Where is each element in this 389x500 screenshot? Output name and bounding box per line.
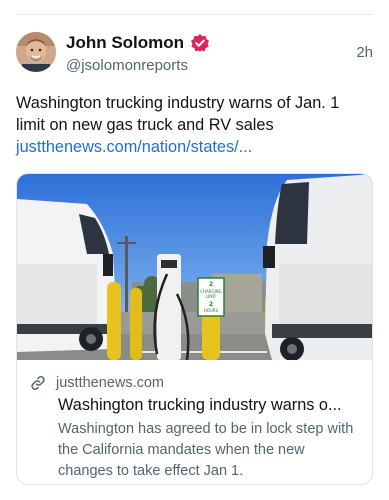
card-image[interactable]: 2 CHARGING LIMIT 2 HOURS (17, 174, 372, 361)
sign-text-3: LIMIT (206, 294, 217, 299)
link-icon (29, 374, 47, 392)
card-domain: justthenews.com (56, 375, 164, 391)
avatar[interactable] (16, 32, 56, 72)
card-domain-row: justthenews.com (29, 374, 362, 392)
card-title[interactable]: Washington trucking industry warns o... (58, 396, 361, 415)
handle[interactable]: @jsolomonreports (66, 57, 210, 74)
sign-text-5: HOURS (204, 308, 219, 313)
card-description: Washington has agreed to be in lock step… (58, 421, 354, 479)
card-meta: justthenews.com Washington trucking indu… (17, 360, 372, 482)
display-name[interactable]: John Solomon (66, 33, 184, 53)
sign-text-1: 2 (209, 281, 213, 288)
post-link[interactable]: justthenews.com/nation/states/... (16, 136, 372, 158)
post-body: Washington trucking industry warns of Ja… (16, 92, 372, 158)
top-divider (16, 14, 373, 15)
author-names: John Solomon @jsolomonreports (66, 32, 210, 74)
verified-badge-icon (190, 33, 210, 53)
post-text: Washington trucking industry warns of Ja… (16, 94, 340, 134)
display-name-row: John Solomon (66, 32, 210, 54)
sign-text-4: 2 (209, 301, 213, 308)
timestamp[interactable]: 2h (356, 44, 373, 61)
link-preview-card[interactable]: 2 CHARGING LIMIT 2 HOURS justthenews.com (16, 173, 373, 485)
post-header: John Solomon @jsolomonreports 2h (16, 32, 373, 76)
